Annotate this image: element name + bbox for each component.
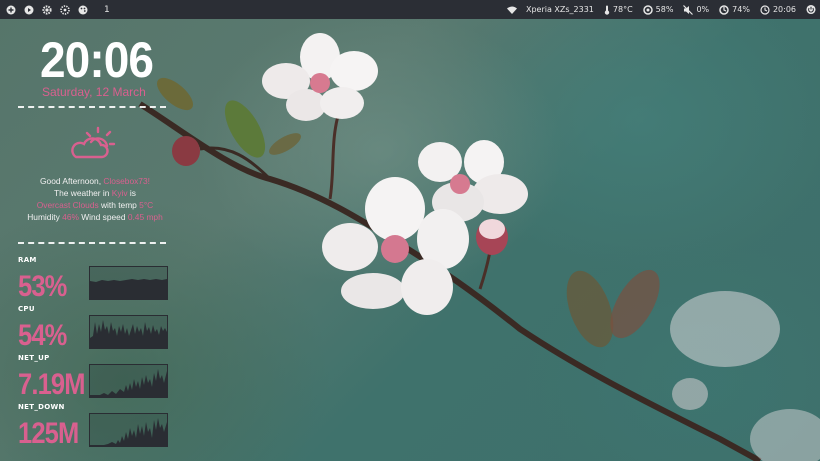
clock-status[interactable]: 20:06 xyxy=(760,4,796,15)
temperature-text: 5°C xyxy=(139,200,154,210)
cpu-value: 58% xyxy=(655,5,674,14)
net-down-value: 125M xyxy=(18,417,79,450)
widget-clock: 20:06 xyxy=(40,32,154,88)
divider xyxy=(18,242,166,244)
palette-icon[interactable] xyxy=(78,5,88,15)
weather-line-humidity: Humidity 46% Wind speed 0.45 mph xyxy=(10,211,180,223)
weather-summary: Good Afternoon, Closebox73! The weather … xyxy=(10,175,180,223)
volume-status[interactable]: 0% xyxy=(683,4,710,15)
temperature-value: 78°C xyxy=(612,5,633,14)
widget-date: Saturday, 12 March xyxy=(42,85,146,99)
battery-icon xyxy=(719,4,729,15)
play-icon[interactable] xyxy=(24,5,34,15)
battery-status[interactable]: 74% xyxy=(719,4,750,15)
ram-graph xyxy=(89,266,168,300)
top-panel: 1 Xperia XZs_2331 78°C 58% 0% 74% 20:06 xyxy=(0,0,820,19)
username-text: Closebox73! xyxy=(103,176,150,186)
divider xyxy=(18,106,166,108)
weather-in-text: The weather in xyxy=(54,188,112,198)
city-text: Kyiv xyxy=(111,188,128,198)
cpu-label: CPU xyxy=(18,305,35,313)
clock-value: 20:06 xyxy=(772,5,796,14)
mute-icon xyxy=(683,4,694,15)
top-panel-left: 1 xyxy=(0,5,110,15)
humidity-label: Humidity xyxy=(27,212,63,222)
temperature-status[interactable]: 78°C xyxy=(604,5,633,15)
wifi-network: Xperia XZs_2331 xyxy=(525,5,594,14)
net-down-graph xyxy=(89,413,168,447)
volume-value: 0% xyxy=(696,5,710,14)
cloudy-sun-icon xyxy=(71,126,116,159)
wind-label: Wind speed xyxy=(78,212,128,222)
clock-icon xyxy=(760,4,770,15)
wind-value: 0.45 mph xyxy=(127,212,163,222)
net-up-value: 7.19M xyxy=(18,368,85,401)
conky-widget: 20:06 Saturday, 12 March Good Afternoon,… xyxy=(0,19,180,461)
workspace-indicator[interactable]: 1 xyxy=(104,5,110,15)
net-down-label: NET_DOWN xyxy=(18,403,65,411)
weather-line-greeting: Good Afternoon, Closebox73! xyxy=(10,175,180,187)
power-icon[interactable] xyxy=(806,4,816,15)
net-up-graph xyxy=(89,364,168,398)
top-panel-right: Xperia XZs_2331 78°C 58% 0% 74% 20:06 xyxy=(506,4,820,15)
cpu-graph xyxy=(89,315,168,349)
greeting-text: Good Afternoon, xyxy=(40,176,104,186)
thermometer-icon xyxy=(604,5,610,15)
net-up-label: NET_UP xyxy=(18,354,50,362)
with-temp-text: with temp xyxy=(98,200,140,210)
add-icon[interactable] xyxy=(6,5,16,15)
ram-label: RAM xyxy=(18,256,37,264)
gear-icon[interactable] xyxy=(42,4,52,15)
cpu-value: 54% xyxy=(18,319,67,352)
cpu-icon xyxy=(642,4,653,15)
weather-line-condition: Overcast Clouds with temp 5°C xyxy=(10,199,180,211)
humidity-value: 46% xyxy=(62,212,79,222)
wifi-status[interactable]: Xperia XZs_2331 xyxy=(506,5,594,14)
weather-line-city: The weather in Kyiv is xyxy=(10,187,180,199)
is-text: is xyxy=(127,188,136,198)
wifi-icon xyxy=(506,6,517,14)
battery-value: 74% xyxy=(732,5,750,14)
condition-text: Overcast Clouds xyxy=(36,200,99,210)
cpu-status[interactable]: 58% xyxy=(642,4,674,15)
settings-icon[interactable] xyxy=(60,4,70,15)
ram-value: 53% xyxy=(18,270,67,303)
